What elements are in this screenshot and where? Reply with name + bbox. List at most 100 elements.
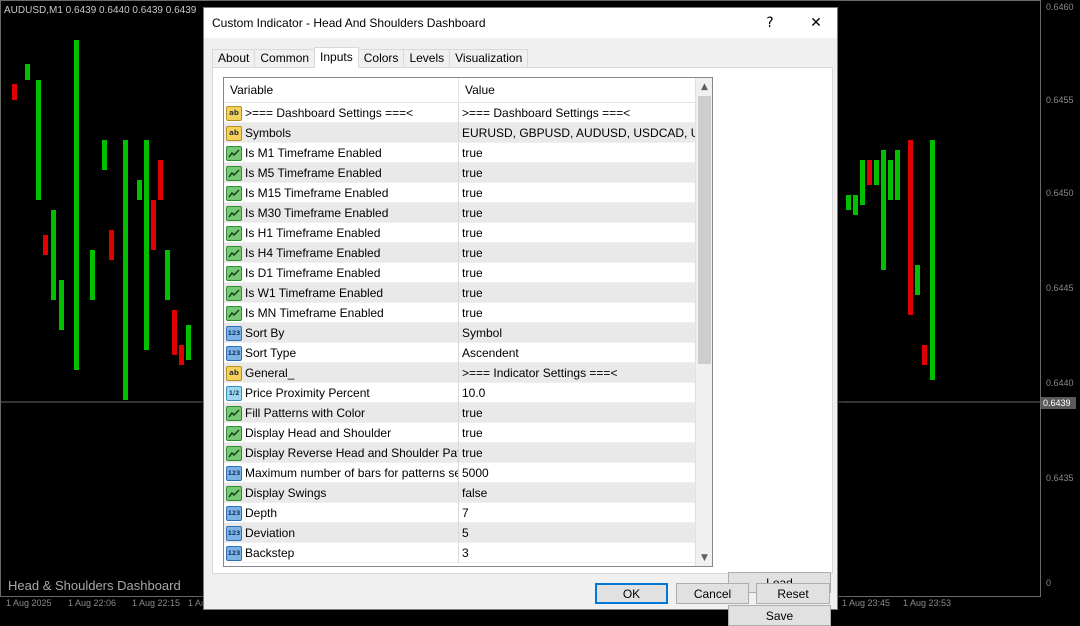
grid-row[interactable]: Is M30 Timeframe Enabled true (224, 203, 695, 223)
price-tick: 0.6455 (1046, 95, 1074, 105)
grid-row[interactable]: 123 Maximum number of bars for patterns s… (224, 463, 695, 483)
value-cell[interactable]: Ascendent (459, 343, 695, 363)
grid-row[interactable]: Is MN Timeframe Enabled true (224, 303, 695, 323)
bool-icon (226, 425, 242, 441)
value-cell[interactable]: 5 (459, 523, 695, 543)
dialog-titlebar[interactable]: Custom Indicator - Head And Shoulders Da… (204, 8, 837, 38)
grid-row[interactable]: 123 Deviation 5 (224, 523, 695, 543)
value-cell[interactable]: 10.0 (459, 383, 695, 403)
grid-scrollbar[interactable]: ▲ ▼ (695, 78, 712, 566)
value-cell[interactable]: >=== Indicator Settings ===< (459, 363, 695, 383)
variable-name: Price Proximity Percent (245, 386, 370, 400)
tab-about[interactable]: About (212, 49, 256, 68)
variable-cell: 123 Sort By (224, 323, 459, 343)
variable-name: Deviation (245, 526, 296, 540)
value-cell[interactable]: false (459, 483, 695, 503)
value-cell[interactable]: true (459, 163, 695, 183)
column-header-value[interactable]: Value (459, 78, 695, 103)
current-price-label: 0.6439 (1041, 397, 1076, 409)
variable-cell: Is M5 Timeframe Enabled (224, 163, 459, 183)
bool-icon (226, 145, 242, 161)
time-tick: 1 Aug 23:53 (903, 598, 952, 608)
ok-button[interactable]: OK (595, 583, 668, 604)
price-tick: 0 (1046, 578, 1052, 588)
grid-row[interactable]: Is M1 Timeframe Enabled true (224, 143, 695, 163)
cancel-button[interactable]: Cancel (676, 583, 749, 604)
scroll-down-icon[interactable]: ▼ (696, 549, 712, 566)
grid-row[interactable]: ab Symbols EURUSD, GBPUSD, AUDUSD, USDCAD,… (224, 123, 695, 143)
time-tick: 1 Aug 23:45 (842, 598, 891, 608)
variable-cell: Is H1 Timeframe Enabled (224, 223, 459, 243)
chart-title: AUDUSD,M1 0.6439 0.6440 0.6439 0.6439 (4, 5, 197, 16)
scroll-thumb[interactable] (698, 96, 711, 364)
variable-name: >=== Dashboard Settings ===< (245, 106, 414, 120)
variable-name: Fill Patterns with Color (245, 406, 366, 420)
help-button[interactable]: ? (747, 8, 793, 38)
grid-row[interactable]: ab General_ >=== Indicator Settings ===< (224, 363, 695, 383)
value-cell[interactable]: 7 (459, 503, 695, 523)
candle (860, 160, 865, 205)
grid-row[interactable]: ab >=== Dashboard Settings ===< >=== Dashb… (224, 103, 695, 123)
grid-row[interactable]: Is M5 Timeframe Enabled true (224, 163, 695, 183)
grid-row[interactable]: Is M15 Timeframe Enabled true (224, 183, 695, 203)
variable-name: Sort By (245, 326, 285, 340)
tab-common[interactable]: Common (254, 49, 316, 68)
value-cell[interactable]: true (459, 443, 695, 463)
tab-inputs[interactable]: Inputs (314, 47, 359, 68)
grid-row[interactable]: 123 Depth 7 (224, 503, 695, 523)
grid-row[interactable]: 1/2 Price Proximity Percent 10.0 (224, 383, 695, 403)
value-cell[interactable]: true (459, 283, 695, 303)
integer-icon: 123 (226, 545, 242, 561)
tab-strip: About Common Inputs Colors Levels Visual… (212, 47, 529, 68)
candle (922, 345, 927, 365)
grid-row[interactable]: 123 Sort Type Ascendent (224, 343, 695, 363)
save-button[interactable]: Save (728, 605, 831, 626)
value-cell[interactable]: true (459, 243, 695, 263)
candle (930, 140, 935, 380)
value-cell[interactable]: Symbol (459, 323, 695, 343)
grid-row[interactable]: Fill Patterns with Color true (224, 403, 695, 423)
grid-row[interactable]: Is W1 Timeframe Enabled true (224, 283, 695, 303)
grid-row[interactable]: 123 Backstep 3 (224, 543, 695, 563)
variable-name: Maximum number of bars for patterns sear… (245, 466, 458, 480)
grid-row[interactable]: Display Reverse Head and Shoulder Patter… (224, 443, 695, 463)
tab-colors[interactable]: Colors (357, 49, 405, 68)
close-button[interactable]: ✕ (793, 8, 839, 38)
candle (186, 325, 191, 360)
grid-row[interactable]: Is D1 Timeframe Enabled true (224, 263, 695, 283)
value-cell[interactable]: 3 (459, 543, 695, 563)
candle (165, 250, 170, 300)
variable-cell: 123 Backstep (224, 543, 459, 563)
grid-row[interactable]: Is H4 Timeframe Enabled true (224, 243, 695, 263)
value-cell[interactable]: true (459, 223, 695, 243)
column-header-variable[interactable]: Variable (224, 78, 459, 103)
bool-icon (226, 405, 242, 421)
integer-icon: 123 (226, 325, 242, 341)
grid-row[interactable]: Display Swings false (224, 483, 695, 503)
candle (846, 195, 851, 210)
value-cell[interactable]: true (459, 143, 695, 163)
value-cell[interactable]: 5000 (459, 463, 695, 483)
value-cell[interactable]: true (459, 423, 695, 443)
value-cell[interactable]: true (459, 203, 695, 223)
grid-row[interactable]: Display Head and Shoulder true (224, 423, 695, 443)
candle (102, 140, 107, 170)
scroll-up-icon[interactable]: ▲ (696, 78, 712, 95)
value-cell[interactable]: >=== Dashboard Settings ===< (459, 103, 695, 123)
value-cell[interactable]: true (459, 403, 695, 423)
value-cell[interactable]: true (459, 183, 695, 203)
variable-name: Sort Type (245, 346, 297, 360)
candle (853, 195, 858, 215)
value-cell[interactable]: true (459, 303, 695, 323)
tab-visualization[interactable]: Visualization (449, 49, 529, 68)
inputs-grid[interactable]: Variable Value ab >=== Dashboard Settings… (223, 77, 713, 567)
candle (109, 230, 114, 260)
variable-cell: Fill Patterns with Color (224, 403, 459, 423)
grid-row[interactable]: 123 Sort By Symbol (224, 323, 695, 343)
reset-button[interactable]: Reset (756, 583, 830, 604)
tab-levels[interactable]: Levels (403, 49, 451, 68)
grid-row[interactable]: Is H1 Timeframe Enabled true (224, 223, 695, 243)
value-cell[interactable]: EURUSD, GBPUSD, AUDUSD, USDCAD, U... (459, 123, 695, 143)
value-cell[interactable]: true (459, 263, 695, 283)
variable-name: Is H4 Timeframe Enabled (245, 246, 381, 260)
